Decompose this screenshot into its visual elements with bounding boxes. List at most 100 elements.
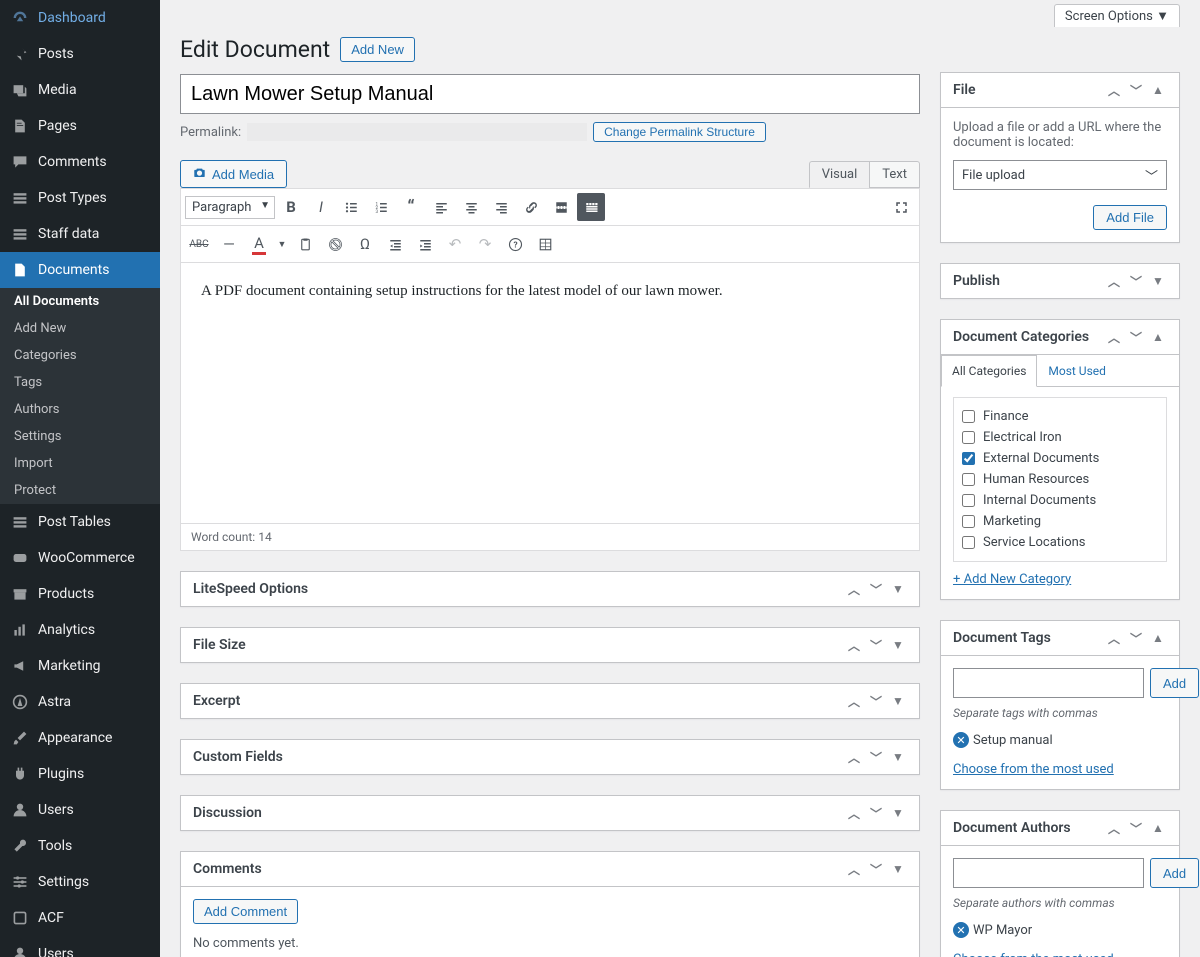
category-item[interactable]: Internal Documents	[962, 490, 1158, 511]
move-up-icon[interactable]: ︿	[845, 748, 863, 766]
category-item[interactable]: Finance	[962, 406, 1158, 427]
textcolor-caret[interactable]: ▼	[275, 230, 289, 258]
indent-button[interactable]	[411, 230, 439, 258]
submenu-item-all-documents[interactable]: All Documents	[0, 288, 160, 315]
numbered-list-button[interactable]: 123	[367, 193, 395, 221]
link-button[interactable]	[517, 193, 545, 221]
change-permalink-button[interactable]: Change Permalink Structure	[593, 122, 766, 142]
sidebar-item-comments[interactable]: Comments	[0, 144, 160, 180]
move-up-icon[interactable]: ︿	[845, 692, 863, 710]
sidebar-item-post-types[interactable]: Post Types	[0, 180, 160, 216]
move-down-icon[interactable]: ﹀	[867, 860, 885, 878]
sidebar-item-marketing[interactable]: Marketing	[0, 648, 160, 684]
bullet-list-button[interactable]	[337, 193, 365, 221]
move-down-icon[interactable]: ﹀	[867, 748, 885, 766]
dropdown-icon[interactable]: ▼	[889, 692, 907, 710]
sidebar-item-tools[interactable]: Tools	[0, 828, 160, 864]
choose-most-used-tags-link[interactable]: Choose from the most used	[953, 762, 1114, 777]
category-item[interactable]: External Documents	[962, 448, 1158, 469]
toolbar-toggle-button[interactable]	[577, 193, 605, 221]
fullscreen-button[interactable]	[887, 193, 915, 221]
move-down-icon[interactable]: ﹀	[1127, 272, 1145, 290]
blockquote-button[interactable]: “	[397, 193, 425, 221]
move-up-icon[interactable]: ︿	[845, 804, 863, 822]
move-down-icon[interactable]: ﹀	[867, 580, 885, 598]
move-up-icon[interactable]: ︿	[1105, 81, 1123, 99]
sidebar-item-users[interactable]: Users	[0, 936, 160, 957]
add-new-button[interactable]: Add New	[340, 37, 415, 62]
file-method-select[interactable]: File upload﹀	[953, 160, 1167, 190]
tab-visual[interactable]: Visual	[809, 161, 870, 188]
italic-button[interactable]: I	[307, 193, 335, 221]
add-comment-button[interactable]: Add Comment	[193, 899, 298, 924]
choose-most-used-authors-link[interactable]: Choose from the most used	[953, 952, 1114, 957]
resize-handle[interactable]	[689, 530, 909, 540]
table-button[interactable]	[531, 230, 559, 258]
add-tag-button[interactable]: Add	[1150, 668, 1199, 698]
move-down-icon[interactable]: ﹀	[867, 636, 885, 654]
remove-author-icon[interactable]: ✕	[953, 922, 969, 938]
submenu-item-import[interactable]: Import	[0, 450, 160, 477]
add-file-button[interactable]: Add File	[1093, 205, 1167, 230]
tab-text[interactable]: Text	[869, 161, 920, 188]
move-down-icon[interactable]: ﹀	[1127, 328, 1145, 346]
category-item[interactable]: Human Resources	[962, 469, 1158, 490]
permalink-url[interactable]	[247, 123, 587, 141]
submenu-item-add-new[interactable]: Add New	[0, 315, 160, 342]
textcolor-button[interactable]: A	[245, 230, 273, 258]
submenu-item-tags[interactable]: Tags	[0, 369, 160, 396]
sidebar-item-appearance[interactable]: Appearance	[0, 720, 160, 756]
redo-button[interactable]: ↷	[471, 230, 499, 258]
readmore-button[interactable]	[547, 193, 575, 221]
toggle-icon[interactable]: ▲	[1149, 328, 1167, 346]
outdent-button[interactable]	[381, 230, 409, 258]
add-media-button[interactable]: Add Media	[180, 160, 287, 188]
toggle-icon[interactable]: ▲	[1149, 819, 1167, 837]
sidebar-item-pages[interactable]: Pages	[0, 108, 160, 144]
align-center-button[interactable]	[457, 193, 485, 221]
tab-all-categories[interactable]: All Categories	[941, 355, 1037, 387]
toggle-icon[interactable]: ▲	[1149, 81, 1167, 99]
category-item[interactable]: Service Locations	[962, 532, 1158, 553]
category-checkbox[interactable]	[962, 452, 975, 465]
clear-formatting-button[interactable]	[321, 230, 349, 258]
sidebar-item-analytics[interactable]: Analytics	[0, 612, 160, 648]
submenu-item-protect[interactable]: Protect	[0, 477, 160, 504]
sidebar-item-products[interactable]: Products	[0, 576, 160, 612]
sidebar-item-woocommerce[interactable]: WooCommerce	[0, 540, 160, 576]
author-input[interactable]	[953, 858, 1144, 888]
move-up-icon[interactable]: ︿	[1105, 272, 1123, 290]
dropdown-icon[interactable]: ▼	[889, 636, 907, 654]
special-char-button[interactable]: Ω	[351, 230, 379, 258]
dropdown-icon[interactable]: ▼	[889, 804, 907, 822]
move-down-icon[interactable]: ﹀	[867, 804, 885, 822]
strikethrough-button[interactable]: ABC	[185, 230, 213, 258]
remove-tag-icon[interactable]: ✕	[953, 732, 969, 748]
move-down-icon[interactable]: ﹀	[867, 692, 885, 710]
undo-button[interactable]: ↶	[441, 230, 469, 258]
move-up-icon[interactable]: ︿	[845, 580, 863, 598]
post-title-input[interactable]	[180, 74, 920, 114]
move-down-icon[interactable]: ﹀	[1127, 629, 1145, 647]
submenu-item-settings[interactable]: Settings	[0, 423, 160, 450]
move-up-icon[interactable]: ︿	[1105, 328, 1123, 346]
move-down-icon[interactable]: ﹀	[1127, 819, 1145, 837]
toggle-icon[interactable]: ▼	[1149, 272, 1167, 290]
submenu-item-categories[interactable]: Categories	[0, 342, 160, 369]
help-button[interactable]: ?	[501, 230, 529, 258]
bold-button[interactable]: B	[277, 193, 305, 221]
tab-most-used[interactable]: Most Used	[1037, 355, 1117, 387]
sidebar-item-settings[interactable]: Settings	[0, 864, 160, 900]
category-checkbox[interactable]	[962, 473, 975, 486]
category-item[interactable]: Electrical Iron	[962, 427, 1158, 448]
toggle-icon[interactable]: ▲	[1149, 629, 1167, 647]
sidebar-item-acf[interactable]: ACF	[0, 900, 160, 936]
move-up-icon[interactable]: ︿	[845, 860, 863, 878]
sidebar-item-staff-data[interactable]: Staff data	[0, 216, 160, 252]
dropdown-icon[interactable]: ▼	[889, 580, 907, 598]
sidebar-item-users[interactable]: Users	[0, 792, 160, 828]
dropdown-icon[interactable]: ▼	[889, 860, 907, 878]
format-select[interactable]: Paragraph▼	[185, 196, 275, 219]
sidebar-item-plugins[interactable]: Plugins	[0, 756, 160, 792]
submenu-item-authors[interactable]: Authors	[0, 396, 160, 423]
